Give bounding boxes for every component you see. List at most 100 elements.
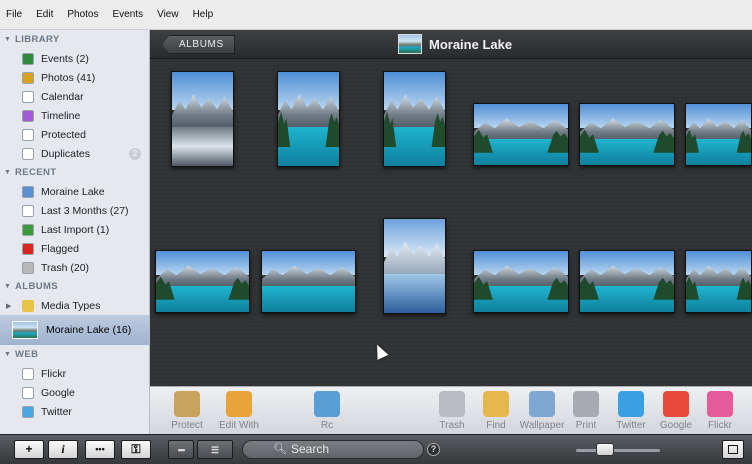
sidebar-item-label: Protected [41,128,86,141]
clock-icon [22,204,34,217]
photo-thumbnail[interactable] [171,71,234,167]
sidebar-item-twitter[interactable]: Twitter [0,402,149,421]
sidebar-item-last-3-months[interactable]: Last 3 Months (27) [0,201,149,220]
fullscreen-button[interactable] [722,440,744,459]
search-placeholder: Search [291,442,330,456]
flickr-icon [707,391,733,417]
sidebar-item-label: Flickr [41,367,67,380]
sidebar-item-last-import[interactable]: Last Import (1) [0,220,149,239]
print-icon [573,391,599,417]
sidebar-item-timeline[interactable]: Timeline [0,106,149,125]
duplicates-icon [22,147,34,160]
edit-with-action-button[interactable]: Edit With [214,391,264,431]
action-label: Find [486,420,506,431]
grid-view-button[interactable]: ▪▪▪ [168,440,194,459]
zoom-slider-knob[interactable] [596,443,614,456]
list-icon: ☰ [210,445,220,455]
menu-view[interactable]: View [157,9,179,20]
info-button[interactable]: i [48,440,78,459]
sidebar-item-flagged[interactable]: Flagged [0,239,149,258]
trash-icon [439,391,465,417]
find-action-button[interactable]: Find [471,391,521,431]
fullscreen-icon [728,445,738,454]
sidebar-item-events[interactable]: Events (2) [0,49,149,68]
photo-thumbnail[interactable] [155,250,250,313]
menu-file[interactable]: File [6,9,22,20]
web-header[interactable]: ▼ WEB [0,345,149,364]
calendar-icon [22,90,34,103]
photo-thumbnail[interactable] [383,218,446,314]
rc-action-button[interactable]: Rc [302,391,352,431]
print-action-button[interactable]: Print [561,391,611,431]
search-icon: 🔍︎ [273,443,287,455]
sidebar-item-calendar[interactable]: Calendar [0,87,149,106]
twitter-icon [22,405,34,418]
back-to-albums-button[interactable]: ALBUMS [162,35,235,54]
list-view-button[interactable]: ☰ [197,440,233,459]
sidebar-item-label: Twitter [41,405,72,418]
photo-thumbnail[interactable] [579,250,675,313]
action-label: Google [659,420,693,431]
trash-action-button[interactable]: Trash [427,391,477,431]
sidebar-item-label: Media Types [41,299,101,312]
menu-photos[interactable]: Photos [67,9,98,20]
sidebar-item-label: Last 3 Months (27) [41,204,129,217]
sidebar-item-photos[interactable]: Photos (41) [0,68,149,87]
protect-action-button[interactable]: Protect [162,391,212,431]
sidebar-item-media-types[interactable]: ▶ Media Types [0,296,149,315]
sidebar-item-duplicates[interactable]: Duplicates 2 [0,144,149,163]
wallpaper-action-button[interactable]: Wallpaper [517,391,567,431]
search-field[interactable]: 🔍︎ Search [242,440,424,459]
photo-thumbnail[interactable] [579,103,675,166]
mouse-pointer [371,342,389,360]
twitter-icon [618,391,644,417]
sidebar-item-moraine-lake[interactable]: Moraine Lake [0,182,149,201]
flag-icon [22,242,34,255]
import-icon [22,223,34,236]
more-button[interactable]: ••• [85,440,115,459]
action-label: Flickr [708,420,732,431]
collapse-arrow-icon[interactable]: ▼ [4,163,11,182]
sidebar-item-moraine-lake-album[interactable]: Moraine Lake (16) [0,315,149,345]
find-icon [483,391,509,417]
photo-thumbnail[interactable] [383,71,446,167]
photo-thumbnail[interactable] [685,250,752,313]
recent-header-label: RECENT [15,167,57,178]
photo-thumbnail[interactable] [261,250,356,313]
photos-icon [22,71,34,84]
key-button[interactable]: ⚿ [121,440,151,459]
action-label: Protect [171,420,203,431]
action-toolbar: Protect Edit With Rc Trash Find Wallpaper Prin… [150,386,752,434]
recent-header[interactable]: ▼ RECENT [0,163,149,182]
photo-thumbnail[interactable] [277,71,340,167]
google-icon [663,391,689,417]
menu-edit[interactable]: Edit [36,9,53,20]
menu-events[interactable]: Events [113,9,144,20]
events-icon [22,52,34,65]
sidebar-item-protected[interactable]: Protected [0,125,149,144]
timeline-icon [22,109,34,122]
twitter-action-button[interactable]: Twitter [606,391,656,431]
albums-header[interactable]: ▼ ALBUMS [0,277,149,296]
album-title-label: Moraine Lake [429,36,513,52]
help-button[interactable]: ? [427,443,440,456]
album-thumbnail [398,34,422,54]
photo-thumbnail[interactable] [473,103,569,166]
sidebar-item-label: Last Import (1) [41,223,110,236]
menu-help[interactable]: Help [193,9,214,20]
photo-thumbnail[interactable] [473,250,569,313]
sidebar-item-trash[interactable]: Trash (20) [0,258,149,277]
library-header[interactable]: ▼ LIBRARY [0,30,149,49]
zoom-slider-track[interactable] [576,449,660,452]
collapse-arrow-icon[interactable]: ▼ [4,277,11,296]
photo-thumbnail[interactable] [685,103,752,166]
collapse-arrow-icon[interactable]: ▼ [4,345,11,364]
expand-arrow-icon[interactable]: ▶ [6,302,11,310]
sidebar-item-label: Duplicates [41,147,91,160]
collapse-arrow-icon[interactable]: ▼ [4,30,11,49]
flickr-action-button[interactable]: Flickr [695,391,745,431]
sidebar-item-flickr[interactable]: Flickr [0,364,149,383]
add-button[interactable]: + [14,440,44,459]
google-action-button[interactable]: Google [651,391,701,431]
sidebar-item-google[interactable]: Google [0,383,149,402]
